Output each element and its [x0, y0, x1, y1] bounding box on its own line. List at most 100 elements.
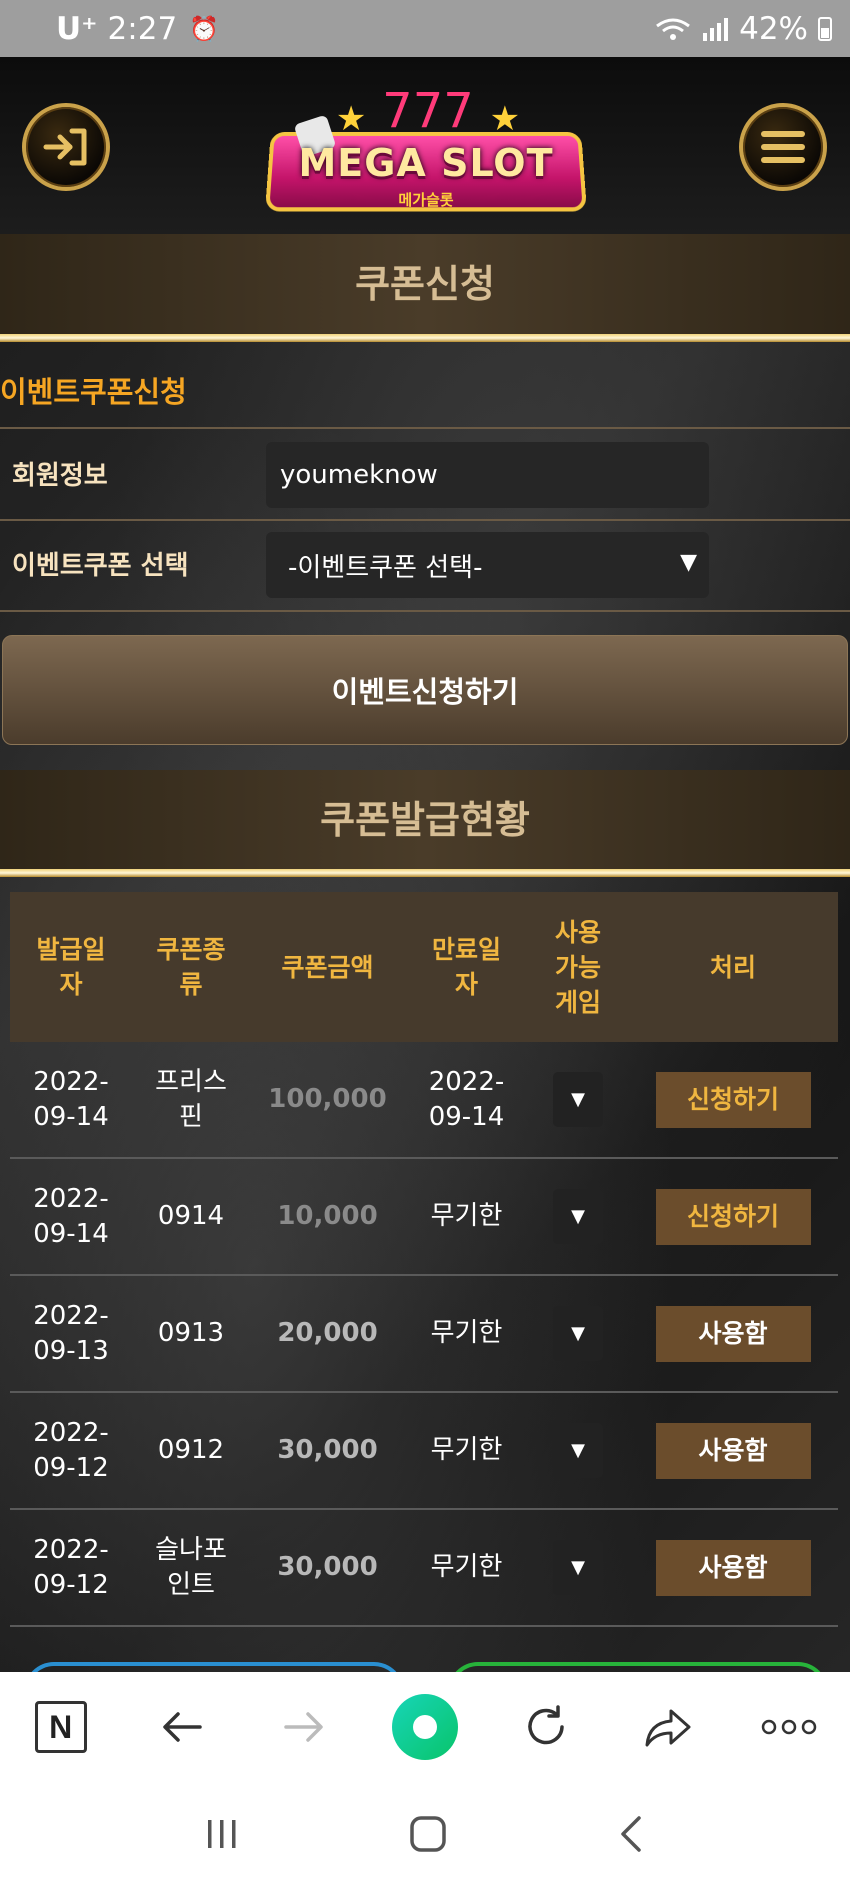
divider [0, 519, 850, 521]
expire-date: 무기한 [430, 1435, 503, 1465]
share-icon [645, 1709, 691, 1747]
member-info-field[interactable]: youmeknow [266, 442, 709, 508]
carrier-label: U⁺ [56, 10, 98, 47]
home-button[interactable] [408, 1814, 448, 1858]
coupon-apply-title: 쿠폰신청 [0, 234, 850, 334]
used-coupon-button[interactable]: 사용함 [655, 1422, 811, 1479]
logo-text: MEGA SLOT [298, 141, 554, 185]
game-select[interactable]: ▼ [553, 1423, 603, 1478]
expire-date: 2022-09-14 [428, 1066, 505, 1132]
arrow-left-icon [163, 1712, 202, 1742]
used-coupon-button[interactable]: 사용함 [655, 1539, 811, 1596]
login-button[interactable] [22, 103, 110, 191]
forward-button[interactable] [269, 1692, 339, 1762]
recent-apps-button[interactable] [205, 1818, 239, 1854]
recent-apps-icon [207, 1819, 236, 1848]
member-info-label: 회원정보 [12, 461, 108, 491]
more-icon [761, 1719, 817, 1735]
back-button[interactable] [147, 1692, 217, 1762]
header-issue-date: 발급일자 [36, 935, 106, 999]
more-button[interactable] [754, 1692, 824, 1762]
clock: 2:27 [107, 10, 178, 47]
menu-button[interactable] [739, 103, 827, 191]
event-coupon-title: 이벤트쿠폰신청 [0, 374, 187, 409]
issue-date: 2022-09-12 [33, 1534, 109, 1600]
table-header: 발급일자 쿠폰종류 쿠폰금액 만료일자 사용가능게임 처리 [10, 892, 838, 1042]
android-navigation-bar [0, 1782, 850, 1889]
refresh-icon [528, 1705, 565, 1745]
header-coupon-type: 쿠폰종류 [156, 935, 226, 999]
apply-coupon-button[interactable]: 신청하기 [655, 1071, 811, 1128]
game-select[interactable]: ▼ [553, 1189, 603, 1244]
system-back-button[interactable] [617, 1814, 645, 1858]
header-expire-date: 만료일자 [431, 935, 501, 999]
divider [0, 610, 850, 612]
arrow-right-icon [283, 1712, 323, 1742]
blue-button-partial[interactable] [24, 1662, 404, 1672]
refresh-button[interactable] [511, 1692, 581, 1762]
header-available-game: 사용가능게임 [554, 917, 601, 1017]
game-select-cell: ▼ [528, 1072, 628, 1127]
coupon-type: 프리스핀 [155, 1066, 227, 1132]
apply-coupon-button[interactable]: 신청하기 [655, 1188, 811, 1245]
process-cell: 신청하기 [628, 1071, 838, 1128]
table-row: 2022-09-13 0913 20,000 무기한 ▼ 사용함 [10, 1276, 838, 1393]
logo-stars: ★ 777 ★ [335, 83, 521, 139]
logo-subtext: 메가슬롯 [398, 191, 454, 209]
header-coupon-amount: 쿠폰금액 [281, 952, 374, 982]
naver-icon: N [34, 1701, 87, 1753]
expire-date: 무기한 [430, 1318, 503, 1348]
apply-event-button[interactable]: 이벤트신청하기 [2, 635, 848, 745]
coupon-amount: 30,000 [277, 1552, 378, 1582]
coupon-status-title: 쿠폰발급현황 [0, 770, 850, 870]
green-button-partial[interactable] [448, 1662, 828, 1672]
expire-date: 무기한 [430, 1201, 503, 1231]
game-select-cell: ▼ [528, 1423, 628, 1478]
event-coupon-select-value: -이벤트쿠폰 선택- [288, 552, 483, 583]
wifi-icon [656, 18, 690, 40]
issue-date: 2022-09-14 [33, 1066, 109, 1132]
status-bar: U⁺ 2:27 ⏰ 42% [0, 0, 850, 57]
event-coupon-select[interactable]: -이벤트쿠폰 선택- ▼ [266, 532, 709, 598]
mega-slot-logo[interactable]: ★ 777 ★ MEGA SLOT 메가슬롯 [265, 79, 587, 229]
game-select[interactable]: ▼ [553, 1540, 603, 1595]
coupon-amount: 30,000 [277, 1435, 378, 1465]
share-button[interactable] [633, 1692, 703, 1762]
coupon-amount: 100,000 [268, 1084, 387, 1114]
coupon-type: 0913 [157, 1318, 225, 1348]
issue-date: 2022-09-14 [33, 1183, 109, 1249]
divider [0, 427, 850, 429]
process-cell: 사용함 [628, 1422, 838, 1479]
naver-home-button[interactable]: N [26, 1692, 96, 1762]
game-select-cell: ▼ [528, 1306, 628, 1361]
coupon-type: 0914 [157, 1201, 225, 1231]
table-row: 2022-09-14 프리스핀 100,000 2022-09-14 ▼ 신청하… [10, 1042, 838, 1159]
battery-icon [818, 16, 832, 41]
used-coupon-button[interactable]: 사용함 [655, 1305, 811, 1362]
table-row: 2022-09-14 0914 10,000 무기한 ▼ 신청하기 [10, 1159, 838, 1276]
coupon-type: 슬나포인트 [155, 1534, 227, 1600]
game-select[interactable]: ▼ [553, 1306, 603, 1361]
header-process: 처리 [709, 952, 756, 982]
coupon-type: 0912 [157, 1435, 225, 1465]
coupon-status-table: 발급일자 쿠폰종류 쿠폰금액 만료일자 사용가능게임 처리 2022-09-14… [10, 892, 838, 1627]
process-cell: 사용함 [628, 1539, 838, 1596]
dropdown-arrow-icon: ▼ [680, 550, 697, 575]
alarm-icon: ⏰ [189, 14, 220, 43]
site-content: ★ 777 ★ MEGA SLOT 메가슬롯 쿠폰신청 이벤트쿠폰신청 회원정보 y… [0, 57, 850, 1672]
chevron-left-icon [621, 1815, 642, 1852]
green-dot-button[interactable] [390, 1692, 460, 1762]
signal-icon [703, 17, 729, 41]
home-icon [410, 1815, 446, 1852]
event-coupon-select-label: 이벤트쿠폰 선택 [12, 551, 189, 581]
game-select[interactable]: ▼ [553, 1072, 603, 1127]
expire-date: 무기한 [430, 1552, 503, 1582]
hamburger-icon [761, 131, 805, 163]
process-cell: 사용함 [628, 1305, 838, 1362]
issue-date: 2022-09-12 [33, 1417, 109, 1483]
coupon-amount: 20,000 [277, 1318, 378, 1348]
game-select-cell: ▼ [528, 1540, 628, 1595]
gold-divider [0, 334, 850, 342]
process-cell: 신청하기 [628, 1188, 838, 1245]
game-select-cell: ▼ [528, 1189, 628, 1244]
